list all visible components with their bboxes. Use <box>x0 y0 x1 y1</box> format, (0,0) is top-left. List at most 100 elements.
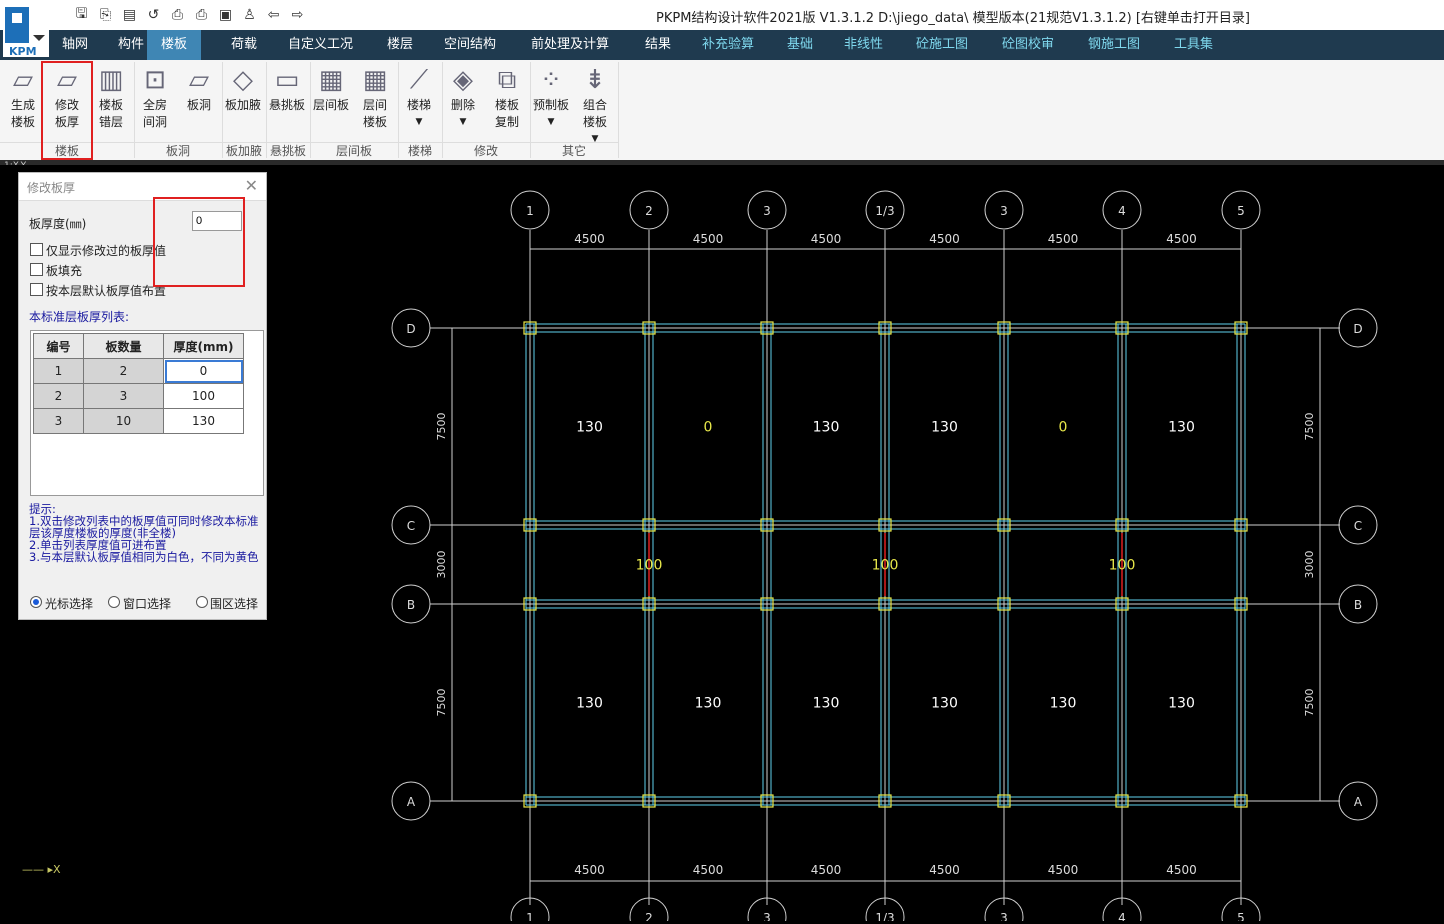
menu-item[interactable]: 荷载 <box>231 30 257 60</box>
menu-item[interactable]: 补充验算 <box>702 30 754 60</box>
slab-thickness: 130 <box>813 420 840 436</box>
axis-label: 1 <box>526 204 534 218</box>
ribbon: ▱ 生成 楼板 ▱ 修改 板厚 ▥ 楼板 错层 ⊡ 全房 间洞 ▱ 板洞 ◇ 板加腋 ▭ 悬挑板 ▦ 层间板 ▦ 层间 楼板… <box>0 60 1444 160</box>
save-icon[interactable]: 🖫 <box>72 5 91 24</box>
ribbon-label: 复制 <box>494 115 519 129</box>
close-icon[interactable]: ✕ <box>245 176 258 195</box>
dropdown-arrow-icon[interactable]: ▼ <box>398 114 440 131</box>
list-title: 本标准层板厚列表: <box>29 310 130 324</box>
menu-item[interactable]: 砼施工图 <box>916 30 968 60</box>
axis-label: 5 <box>1237 911 1245 921</box>
menu-bar: 轴网 构件 楼板 荷载 自定义工况 楼层 空间结构 前处理及计算 结果 补充验算 基础 非线性 砼施工图… <box>0 30 1444 60</box>
menu-item[interactable]: 钢施工图 <box>1088 30 1140 60</box>
ribbon-label: 全房 <box>142 98 167 112</box>
cantilever-slab-button[interactable]: ▭ 悬挑板 <box>266 63 308 143</box>
menu-item[interactable]: 砼图校审 <box>1002 30 1054 60</box>
export-icon[interactable]: ▣ <box>216 5 235 24</box>
print-icon[interactable]: ⎙ <box>192 5 211 24</box>
interlayer-slab-button[interactable]: ▦ 层间板 <box>310 63 352 143</box>
col-header-id[interactable]: 编号 <box>33 333 84 359</box>
axis-label: D <box>1353 322 1362 336</box>
span-dimension: 4500 <box>1048 863 1079 877</box>
pkpm-logo[interactable]: KPM <box>3 5 49 58</box>
region-select-radio[interactable] <box>196 596 208 608</box>
menu-item[interactable]: 基础 <box>787 30 813 60</box>
printer-model-icon[interactable]: ⎙ <box>168 5 187 24</box>
slab-thickness: 130 <box>695 696 722 712</box>
axis-label: B <box>407 598 415 612</box>
save-as-icon[interactable]: ⎘ <box>96 5 115 24</box>
window-select-label: 窗口选择 <box>123 597 172 611</box>
span-dimension: 4500 <box>693 232 724 246</box>
region-select-label: 围区选择 <box>210 597 259 611</box>
window-select-radio[interactable] <box>108 596 120 608</box>
table-row[interactable]: 3 10 130 <box>33 408 244 434</box>
precast-slab-button[interactable]: ⁘ 预制板 ▼ <box>530 63 572 143</box>
span-dimension: 4500 <box>1166 232 1197 246</box>
slab-offset-button[interactable]: ▥ 楼板错层 <box>90 63 132 143</box>
interlayer-slab-2-button[interactable]: ▦ 层间 楼板 <box>354 63 396 143</box>
axis-label: B <box>1354 598 1362 612</box>
slab-thickness: 130 <box>576 420 603 436</box>
slab-thickness: 130 <box>1168 696 1195 712</box>
ribbon-label: 层间板 <box>312 98 349 112</box>
default-thickness-checkbox[interactable] <box>30 283 43 296</box>
generate-slab-button[interactable]: ▱ 生成 楼板 <box>2 63 44 143</box>
slab-copy-button[interactable]: ⧉ 楼板 复制 <box>486 63 528 143</box>
undo-history-icon[interactable]: ↺ <box>144 5 163 24</box>
slab-hole-button[interactable]: ▱ 板洞 <box>178 63 220 143</box>
full-room-hole-button[interactable]: ⊡ 全房 间洞 <box>134 63 176 143</box>
dropdown-arrow-icon[interactable]: ▼ <box>442 114 484 131</box>
cell-thickness[interactable]: 130 <box>163 408 244 434</box>
slab-fill-checkbox[interactable] <box>30 263 43 276</box>
back-icon[interactable]: ⇦ <box>264 5 283 24</box>
col-header-thickness[interactable]: 厚度(mm) <box>163 333 244 359</box>
slab-haunch-icon: ◇ <box>233 64 253 95</box>
user-icon[interactable]: ♙ <box>240 5 259 24</box>
forward-icon[interactable]: ⇨ <box>288 5 307 24</box>
menu-item[interactable]: 工具集 <box>1174 30 1213 60</box>
ribbon-group-label: 修改 <box>442 142 530 159</box>
ribbon-separator <box>618 62 619 158</box>
cell-count: 10 <box>83 408 164 434</box>
axis-label: 1/3 <box>875 911 894 921</box>
menu-item[interactable]: 结果 <box>645 30 671 60</box>
delete-icon: ◈ <box>453 64 473 95</box>
menu-item[interactable]: 构件 <box>118 30 144 60</box>
ribbon-group-label: 层间板 <box>310 142 398 159</box>
cell-thickness[interactable]: 100 <box>163 383 244 409</box>
slab-thickness: 100 <box>636 558 663 574</box>
menu-item[interactable]: 轴网 <box>62 30 88 60</box>
axis-label: 1/3 <box>875 204 894 218</box>
span-dimension: 3000 <box>435 551 448 579</box>
ribbon-label: 组合 <box>582 98 607 112</box>
ribbon-label: 楼板 <box>98 98 123 112</box>
composite-slab-button[interactable]: ⇟ 组合 楼板 ▼ <box>574 63 616 145</box>
menu-item[interactable]: 非线性 <box>844 30 883 60</box>
slab-haunch-button[interactable]: ◇ 板加腋 <box>222 63 264 143</box>
table-row[interactable]: 2 3 100 <box>33 383 244 409</box>
menu-item[interactable]: 空间结构 <box>444 30 496 60</box>
menu-item[interactable]: 楼层 <box>387 30 413 60</box>
ribbon-label: 错层 <box>98 115 123 129</box>
axis-label: 3 <box>1000 204 1008 218</box>
slab-hole-icon: ▱ <box>189 64 209 95</box>
save-all-icon[interactable]: ▤ <box>120 5 139 24</box>
stair-button[interactable]: ⟋ 楼梯 ▼ <box>398 63 440 143</box>
slab-thickness: 130 <box>1168 420 1195 436</box>
ribbon-group-label: 板洞 <box>134 142 222 159</box>
show-modified-checkbox[interactable] <box>30 243 43 256</box>
menu-item[interactable]: 楼板 <box>147 30 202 60</box>
cursor-select-radio[interactable] <box>30 596 42 608</box>
slab-fill-label: 板填充 <box>46 264 83 278</box>
slab-offset-icon: ▥ <box>98 64 124 95</box>
table-row[interactable]: 1 2 0 <box>33 358 244 384</box>
ribbon-group-label: 板加腋 <box>222 142 266 159</box>
axis-label: C <box>1354 519 1362 533</box>
menu-item[interactable]: 自定义工况 <box>288 30 353 60</box>
col-header-count[interactable]: 板数量 <box>83 333 164 359</box>
menu-item[interactable]: 前处理及计算 <box>531 30 609 60</box>
delete-button[interactable]: ◈ 删除 ▼ <box>442 63 484 143</box>
cell-thickness[interactable]: 0 <box>163 358 244 384</box>
dropdown-arrow-icon[interactable]: ▼ <box>530 114 572 131</box>
